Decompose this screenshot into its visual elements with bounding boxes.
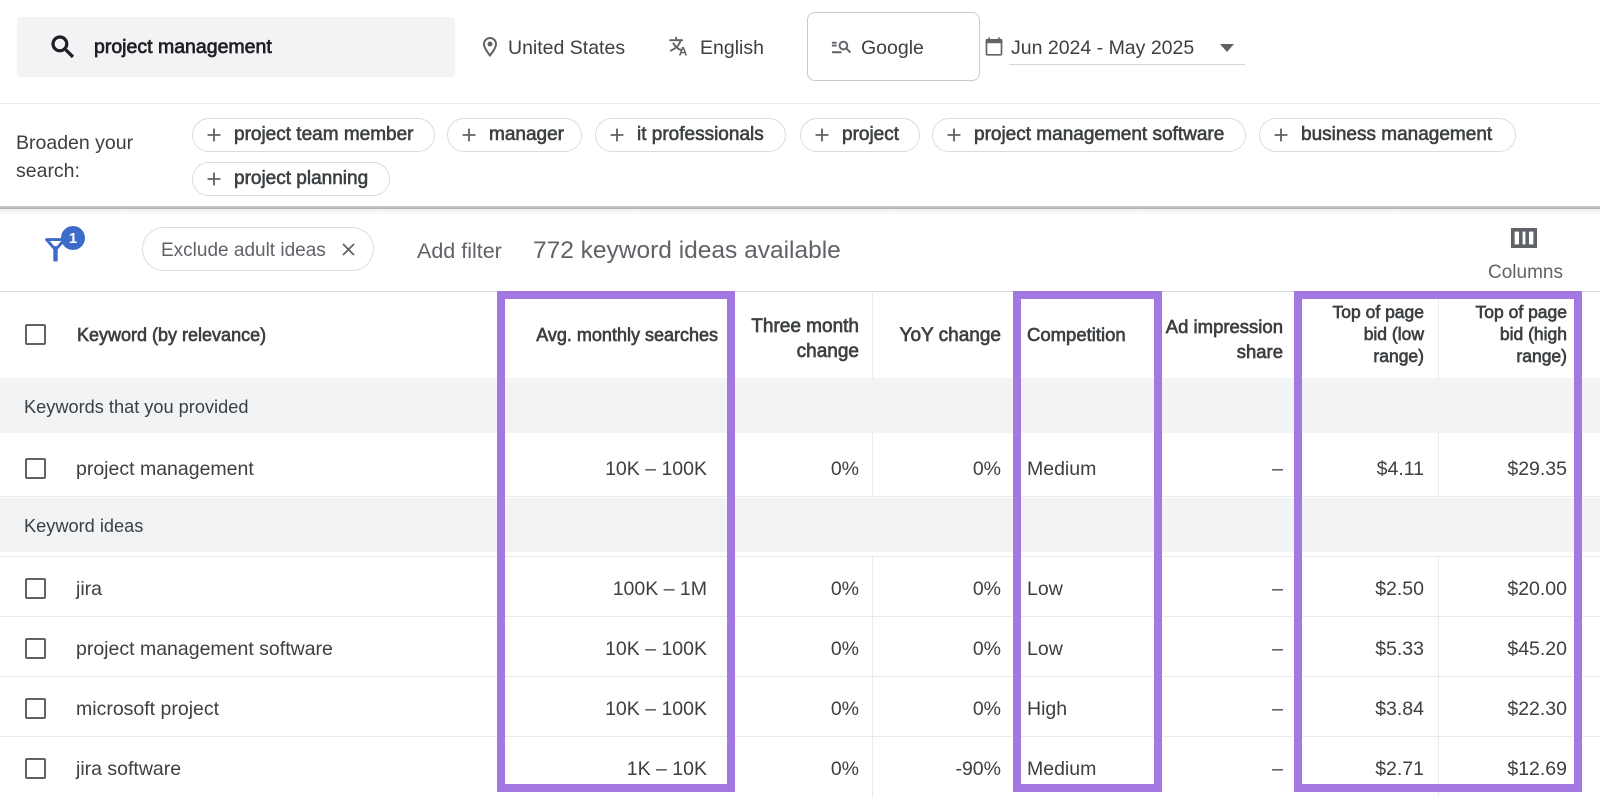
svg-text:A: A [679, 44, 688, 58]
